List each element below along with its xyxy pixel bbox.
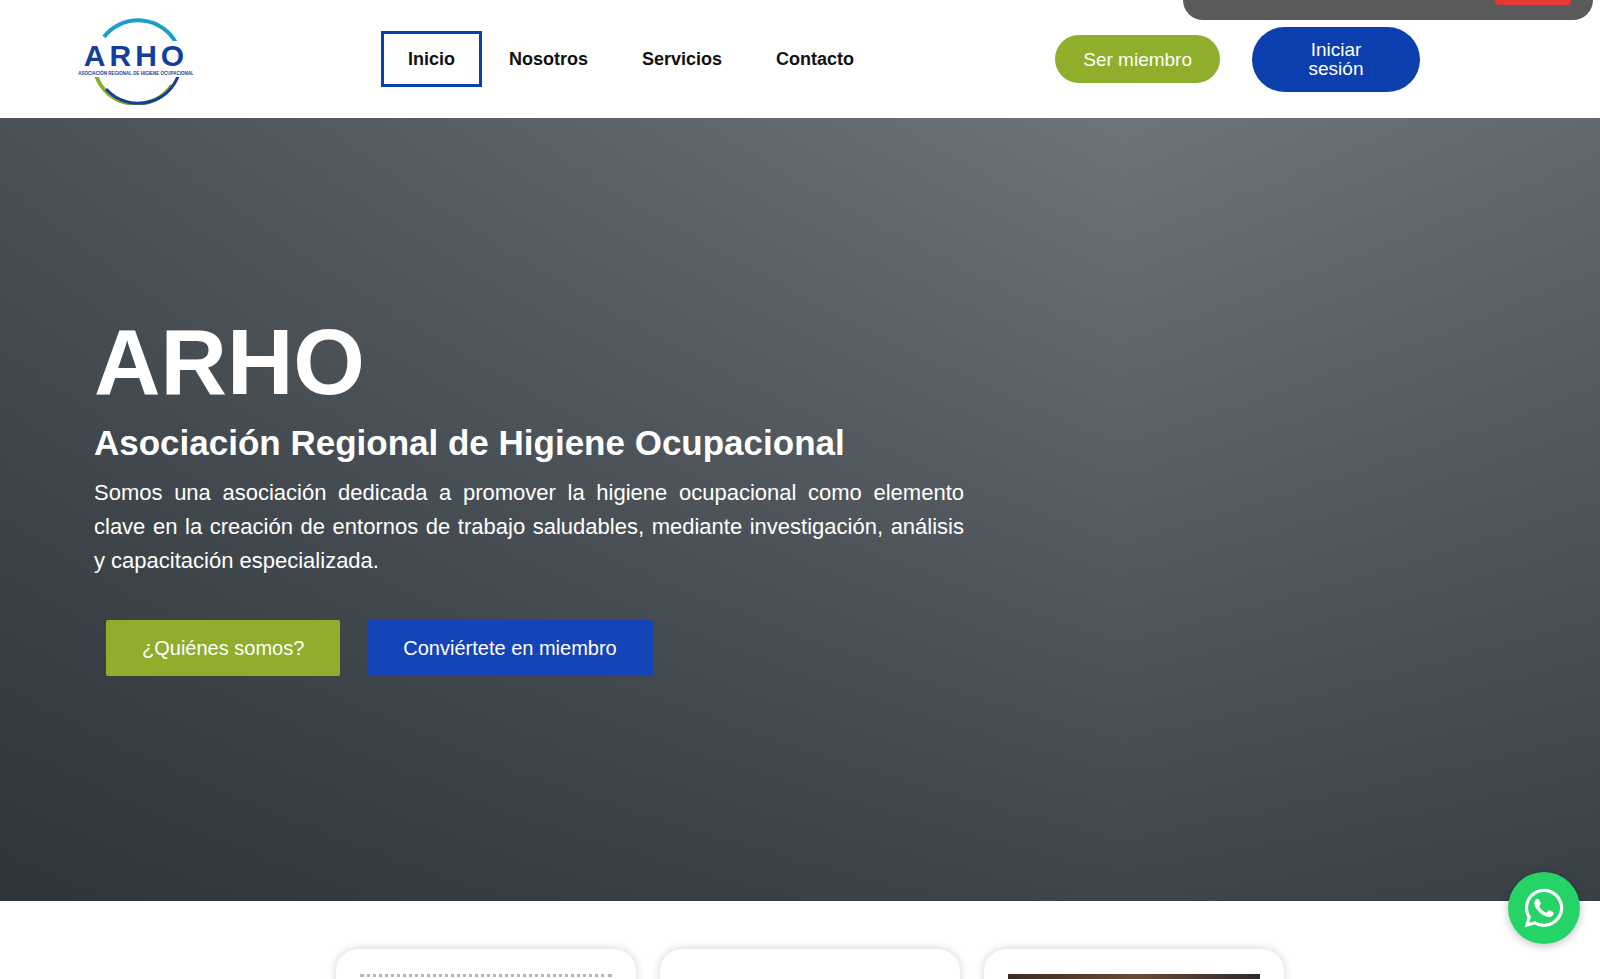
header-button[interactable]: Iniciar sesión [1252, 27, 1420, 92]
logo-tagline: ASOCIACIÓN REGIONAL DE HIGIENE OCUPACION… [78, 71, 193, 76]
hero-subtitle: Asociación Regional de Higiene Ocupacion… [94, 422, 1600, 464]
whatsapp-button[interactable] [1508, 872, 1580, 944]
hero-title: ARHO [94, 316, 1600, 408]
card-pattern [360, 974, 612, 978]
hero-button[interactable]: ¿Quiénes somos? [106, 620, 340, 676]
top-overlay-bar [1183, 0, 1593, 20]
card[interactable] [336, 949, 636, 979]
logo[interactable]: ARHOASOCIACIÓN REGIONAL DE HIGIENE OCUPA… [70, 13, 202, 105]
cards-row [0, 901, 1600, 979]
hero-button[interactable]: Conviértete en miembro [367, 620, 652, 676]
whatsapp-icon [1522, 886, 1566, 930]
hero: ARHO Asociación Regional de Higiene Ocupa… [0, 118, 1600, 901]
nav-item[interactable]: Inicio [381, 31, 482, 87]
card[interactable] [984, 949, 1284, 979]
hero-buttons: ¿Quiénes somos? Conviértete en miembro [106, 620, 1600, 676]
nav-item[interactable]: Contacto [749, 31, 881, 87]
nav-item[interactable]: Servicios [615, 31, 749, 87]
page: ARHOASOCIACIÓN REGIONAL DE HIGIENE OCUPA… [0, 0, 1600, 979]
card-photo [1008, 974, 1260, 979]
header-button[interactable]: Ser miembro [1055, 35, 1220, 83]
header-actions: Ser miembro Iniciar sesión [1055, 27, 1420, 92]
main-nav: InicioNosotrosServiciosContacto [381, 31, 881, 87]
card[interactable] [660, 949, 960, 979]
overlay-red-tab[interactable] [1495, 0, 1571, 5]
logo-name: ARHO [82, 41, 190, 71]
nav-item[interactable]: Nosotros [482, 31, 615, 87]
hero-description: Somos una asociación dedicada a promover… [94, 476, 964, 578]
